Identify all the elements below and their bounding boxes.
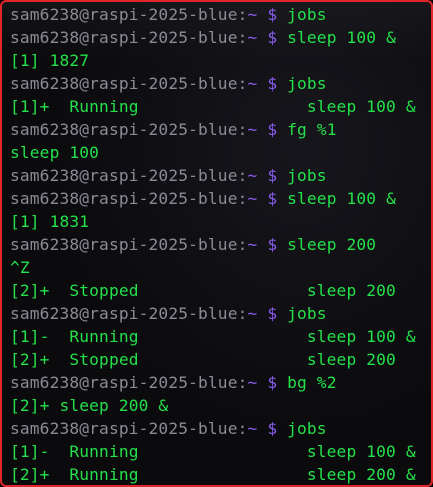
output-line: [2]+ Stopped sleep 200 — [10, 348, 427, 371]
output-line: [1]+ Running sleep 100 & — [10, 95, 427, 118]
prompt-cwd: ~ — [247, 74, 258, 93]
command-text: jobs — [287, 419, 327, 438]
output-line: [2]+ sleep 200 & — [10, 394, 427, 417]
prompt-line: sam6238@raspi-2025-blue:~ $ jobs — [10, 72, 427, 95]
output-line: sleep 100 — [10, 141, 427, 164]
prompt-line: sam6238@raspi-2025-blue:~ $ sleep 200 — [10, 233, 427, 256]
output-line: [1]- Running sleep 100 & — [10, 325, 427, 348]
prompt-line: sam6238@raspi-2025-blue:~ $ sleep 100 & — [10, 187, 427, 210]
output-line: [2]+ Running sleep 200 & — [10, 463, 427, 485]
output-text: [1] 1831 — [10, 212, 90, 231]
prompt-cwd: ~ — [247, 235, 258, 254]
prompt-symbol: $ — [267, 28, 278, 47]
output-text: [1]+ Running sleep 100 & — [10, 97, 416, 116]
output-line: [2]+ Stopped sleep 200 — [10, 279, 427, 302]
prompt-cwd: ~ — [247, 120, 258, 139]
prompt-host: sam6238@raspi-2025-blue: — [10, 419, 248, 438]
prompt-cwd: ~ — [247, 28, 258, 47]
prompt-host: sam6238@raspi-2025-blue: — [10, 28, 248, 47]
output-text: [1] 1827 — [10, 51, 90, 70]
output-text: [1]- Running sleep 100 & — [10, 442, 416, 461]
prompt-symbol: $ — [267, 419, 278, 438]
output-text: [2]+ sleep 200 & — [10, 396, 169, 415]
output-text: [2]+ Stopped sleep 200 — [10, 350, 396, 369]
command-text: sleep 100 & — [287, 189, 396, 208]
output-text: ^Z — [10, 258, 30, 277]
output-text: [2]+ Running sleep 200 & — [10, 465, 416, 484]
prompt-symbol: $ — [267, 74, 278, 93]
output-text: [1]- Running sleep 100 & — [10, 327, 416, 346]
prompt-symbol: $ — [267, 373, 278, 392]
prompt-host: sam6238@raspi-2025-blue: — [10, 74, 248, 93]
command-text: bg %2 — [287, 373, 337, 392]
prompt-symbol: $ — [267, 120, 278, 139]
output-text: [2]+ Stopped sleep 200 — [10, 281, 396, 300]
command-text: sleep 100 & — [287, 28, 396, 47]
prompt-cwd: ~ — [247, 373, 258, 392]
prompt-symbol: $ — [267, 166, 278, 185]
command-text: fg %1 — [287, 120, 337, 139]
prompt-host: sam6238@raspi-2025-blue: — [10, 120, 248, 139]
command-text: sleep 200 — [287, 235, 377, 254]
output-line: [1]- Running sleep 100 & — [10, 440, 427, 463]
prompt-line: sam6238@raspi-2025-blue:~ $ bg %2 — [10, 371, 427, 394]
prompt-host: sam6238@raspi-2025-blue: — [10, 235, 248, 254]
output-line: [1] 1827 — [10, 49, 427, 72]
output-text: sleep 100 — [10, 143, 100, 162]
prompt-host: sam6238@raspi-2025-blue: — [10, 189, 248, 208]
prompt-cwd: ~ — [247, 189, 258, 208]
prompt-cwd: ~ — [247, 5, 258, 24]
prompt-host: sam6238@raspi-2025-blue: — [10, 5, 248, 24]
command-text: jobs — [287, 166, 327, 185]
terminal-window[interactable]: sam6238@raspi-2025-blue:~ $ jobs sam6238@… — [0, 0, 433, 487]
prompt-symbol: $ — [267, 5, 278, 24]
prompt-symbol: $ — [267, 235, 278, 254]
prompt-host: sam6238@raspi-2025-blue: — [10, 304, 248, 323]
prompt-host: sam6238@raspi-2025-blue: — [10, 166, 248, 185]
output-line: [1] 1831 — [10, 210, 427, 233]
prompt-cwd: ~ — [247, 304, 258, 323]
command-text: jobs — [287, 74, 327, 93]
command-text: jobs — [287, 5, 327, 24]
prompt-line: sam6238@raspi-2025-blue:~ $ jobs — [10, 3, 427, 26]
prompt-line: sam6238@raspi-2025-blue:~ $ sleep 100 & — [10, 26, 427, 49]
prompt-symbol: $ — [267, 304, 278, 323]
prompt-line: sam6238@raspi-2025-blue:~ $ fg %1 — [10, 118, 427, 141]
prompt-line: sam6238@raspi-2025-blue:~ $ jobs — [10, 417, 427, 440]
prompt-line: sam6238@raspi-2025-blue:~ $ jobs — [10, 302, 427, 325]
command-text: jobs — [287, 304, 327, 323]
prompt-cwd: ~ — [247, 419, 258, 438]
prompt-host: sam6238@raspi-2025-blue: — [10, 373, 248, 392]
output-line: ^Z — [10, 256, 427, 279]
prompt-cwd: ~ — [247, 166, 258, 185]
terminal-output: sam6238@raspi-2025-blue:~ $ jobs sam6238@… — [10, 3, 427, 485]
prompt-symbol: $ — [267, 189, 278, 208]
prompt-line: sam6238@raspi-2025-blue:~ $ jobs — [10, 164, 427, 187]
